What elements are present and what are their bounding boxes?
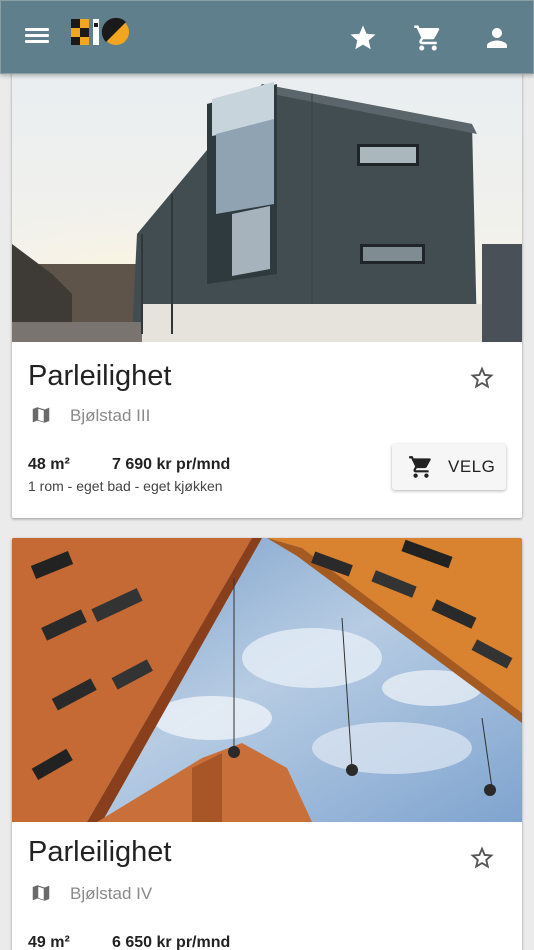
listing-card: Parleilighet Bjølstad III 48 m² 7 690 kr…	[12, 74, 522, 518]
map-icon	[30, 404, 52, 426]
listing-card: Parleilighet Bjølstad IV 49 m² 6 650 kr …	[12, 538, 522, 950]
star-outline-icon[interactable]	[468, 844, 496, 872]
star-outline-icon[interactable]	[468, 364, 496, 392]
cart-icon[interactable]	[413, 23, 443, 53]
listing-photo[interactable]	[12, 74, 522, 342]
map-icon	[30, 882, 52, 904]
menu-icon[interactable]	[23, 25, 55, 53]
app-bar	[0, 0, 534, 74]
listing-location: Bjølstad III	[70, 406, 151, 425]
listing-description: 1 rom - eget bad - eget kjøkken	[28, 478, 223, 494]
brand-logo[interactable]	[69, 15, 133, 49]
cart-icon	[408, 454, 434, 480]
listing-location: Bjølstad IV	[70, 884, 153, 903]
listing-scroll-area[interactable]: Parleilighet Bjølstad III 48 m² 7 690 kr…	[0, 74, 534, 950]
person-icon[interactable]	[482, 23, 512, 53]
listing-title: Parleilighet	[28, 360, 172, 392]
listing-title: Parleilighet	[28, 836, 172, 868]
listing-photo[interactable]	[12, 538, 522, 822]
select-button-label: VELG	[448, 457, 496, 476]
listing-price: 7 690 kr pr/mnd	[112, 456, 231, 473]
listing-price: 6 650 kr pr/mnd	[112, 934, 231, 950]
listing-size: 48 m²	[28, 456, 70, 473]
select-button[interactable]: VELG	[392, 444, 506, 490]
listing-size: 49 m²	[28, 934, 70, 950]
star-icon[interactable]	[348, 23, 378, 53]
